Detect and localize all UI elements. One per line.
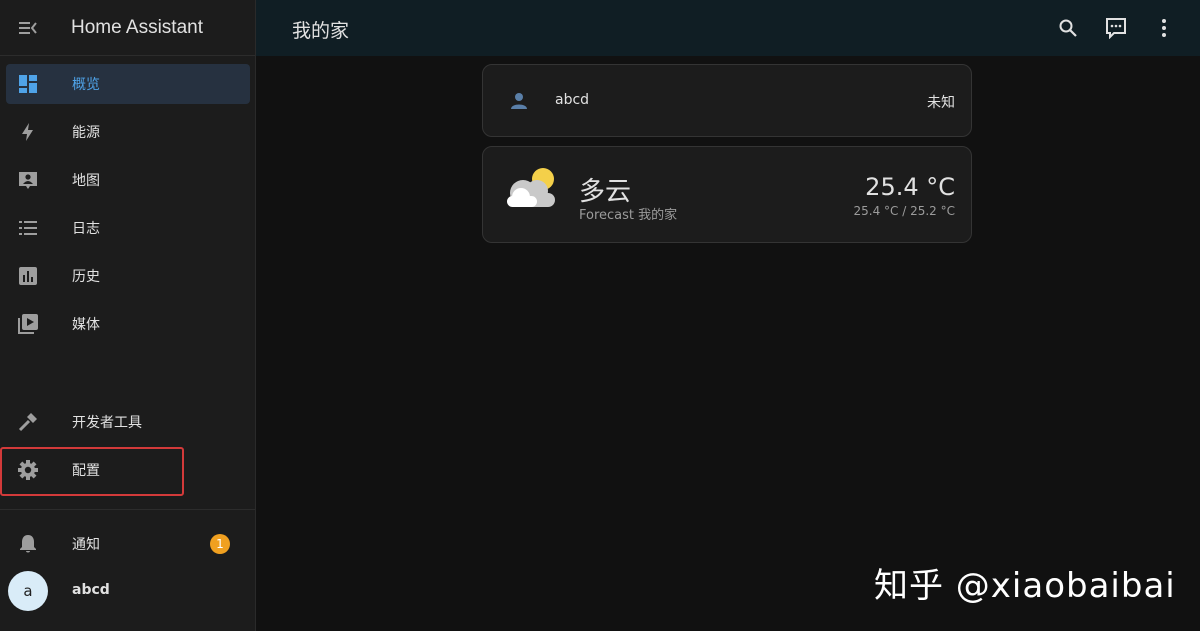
weather-card[interactable]: 多云 Forecast 我的家 25.4 °C 25.4 °C / 25.2 °…	[482, 146, 972, 243]
search-button[interactable]	[1054, 14, 1082, 42]
sidebar-item-label: 地图	[72, 173, 100, 189]
hammer-icon	[6, 411, 50, 433]
dots-vertical-icon	[1162, 19, 1166, 37]
sidebar-item-label: 日志	[72, 221, 100, 237]
comment-processing-icon	[1106, 18, 1126, 39]
sidebar-item-label: 开发者工具	[72, 415, 142, 431]
weather-condition: 多云	[579, 177, 632, 207]
sidebar-item-label: 历史	[72, 269, 100, 285]
sidebar-item-developer-tools[interactable]: 开发者工具	[6, 402, 250, 442]
bell-icon	[6, 533, 50, 555]
entity-name: abcd	[555, 92, 590, 108]
sidebar-item-label: 能源	[72, 125, 100, 141]
logbook-list-icon	[6, 217, 50, 239]
entity-card[interactable]: abcd 未知	[482, 64, 972, 137]
sidebar-item-history[interactable]: 历史	[6, 256, 250, 296]
notification-count-badge: 1	[210, 534, 230, 554]
sidebar-item-logbook[interactable]: 日志	[6, 208, 250, 248]
history-chart-icon	[6, 265, 50, 287]
lightning-bolt-icon	[6, 121, 50, 143]
sidebar-divider	[0, 509, 255, 510]
user-name[interactable]: abcd	[72, 582, 110, 598]
sidebar-item-overview[interactable]: 概览	[6, 64, 250, 104]
entity-state: 未知	[927, 95, 955, 111]
sidebar-item-map[interactable]: 地图	[6, 160, 250, 200]
assist-button[interactable]	[1102, 14, 1130, 42]
weather-forecast-label: Forecast 我的家	[579, 208, 678, 223]
menu-collapse-icon	[19, 21, 37, 34]
watermark: 知乎 @xiaobaibai	[874, 566, 1176, 606]
sidebar-header: Home Assistant	[0, 0, 255, 56]
sidebar: Home Assistant 概览 能源 地图 日志 历史 媒体 开发者工具 配…	[0, 0, 256, 631]
app-title: Home Assistant	[71, 16, 203, 38]
dashboard-icon	[6, 73, 50, 95]
sidebar-item-media[interactable]: 媒体	[6, 304, 250, 344]
sidebar-item-label: 媒体	[72, 317, 100, 333]
top-app-bar: 我的家	[256, 0, 1200, 56]
sidebar-item-label: 通知	[72, 537, 100, 553]
highlight-annotation-box	[0, 447, 184, 496]
account-icon	[509, 91, 529, 115]
sidebar-item-energy[interactable]: 能源	[6, 112, 250, 152]
media-play-icon	[6, 313, 50, 335]
search-icon	[1059, 19, 1077, 37]
menu-toggle-button[interactable]	[0, 0, 56, 55]
weather-temperature-range: 25.4 °C / 25.2 °C	[853, 204, 956, 218]
more-options-button[interactable]	[1150, 14, 1178, 42]
avatar[interactable]: a	[8, 571, 48, 611]
partly-cloudy-icon	[503, 165, 561, 215]
sidebar-item-label: 概览	[72, 77, 100, 93]
weather-temperature: 25.4 °C	[865, 173, 955, 201]
page-title: 我的家	[292, 20, 350, 42]
map-account-icon	[6, 169, 50, 191]
